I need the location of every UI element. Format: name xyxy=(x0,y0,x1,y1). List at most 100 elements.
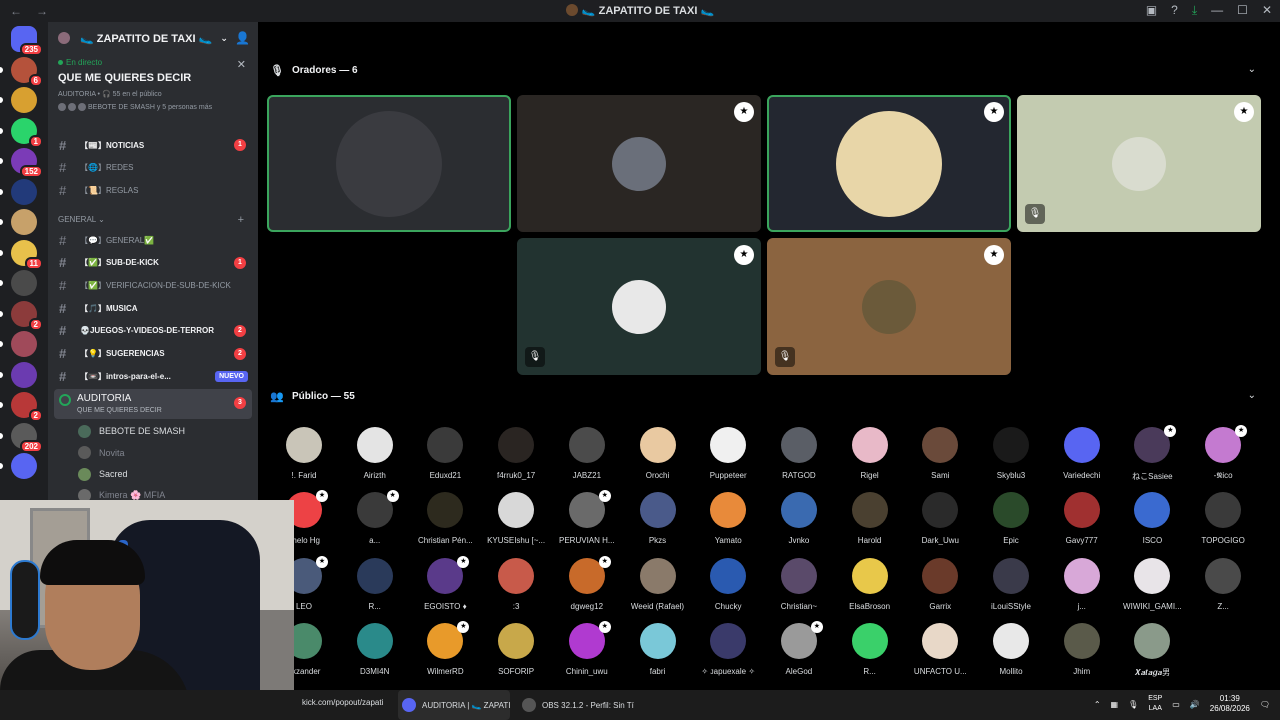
voice-user[interactable]: Kimera 🌸 MFIA xyxy=(78,488,165,500)
audience-member[interactable]: RATGOD xyxy=(765,427,831,489)
stage-channel-auditoria[interactable]: AUDITORIA QUE ME QUIERES DECIR 3 xyxy=(54,389,252,419)
notification-icon[interactable]: 🗨 xyxy=(1260,700,1270,709)
taskbar-app[interactable]: AUDITORIA | 🥿 ZAPATI xyxy=(402,698,511,712)
audience-member[interactable]: R... xyxy=(341,557,407,620)
audience-member[interactable]: Orochi xyxy=(624,427,690,489)
clock[interactable]: 01:39 26/08/2026 xyxy=(1210,694,1250,714)
channel-item[interactable]: # 【💬】GENERAL✅ xyxy=(56,230,252,250)
audience-member[interactable]: Sami xyxy=(906,427,972,489)
server-7[interactable]: 11 xyxy=(11,239,43,270)
audience-member[interactable]: Epic xyxy=(977,492,1043,554)
audience-member[interactable]: TOPOGIGO xyxy=(1189,492,1255,554)
audience-member[interactable]: ★ Chinin_uwu xyxy=(553,620,619,685)
close-window-button[interactable]: ✕ xyxy=(1262,3,1272,18)
minimize-button[interactable]: — xyxy=(1211,3,1223,18)
audience-member[interactable]: Eduxd21 xyxy=(411,427,477,489)
language-indicator[interactable]: ESP LAA xyxy=(1148,694,1162,714)
audience-member[interactable]: Rigel xyxy=(836,427,902,489)
server-6[interactable] xyxy=(11,209,37,235)
server-1[interactable]: 6 xyxy=(11,56,43,87)
inbox-icon[interactable]: ▣ xyxy=(1146,3,1157,18)
channel-item[interactable]: # 【💡】SUGERENCIAS 2 xyxy=(56,344,252,364)
help-icon[interactable]: ? xyxy=(1171,3,1178,18)
audience-member[interactable]: JABZ21 xyxy=(553,427,619,489)
audience-member[interactable]: Garrix xyxy=(906,557,972,620)
audience-member[interactable]: fabri xyxy=(624,622,690,685)
live-stage-card[interactable]: En directo QUE ME QUIERES DECIR AUDITORI… xyxy=(48,54,258,124)
channel-item[interactable]: # 【📰】NOTICIAS 1 xyxy=(56,135,252,155)
channel-item[interactable]: # 【🌐】REDES xyxy=(56,158,252,178)
audience-member[interactable]: ElsaBroson xyxy=(836,557,902,620)
audience-member[interactable]: :3 xyxy=(482,557,548,620)
audience-member[interactable]: Gavy777 xyxy=(1048,492,1114,554)
taskbar-app[interactable]: kick.com/popout/zapati xyxy=(302,698,383,707)
audience-member[interactable]: f4rruk0_17 xyxy=(482,427,548,489)
audience-member[interactable]: !. Farid xyxy=(270,427,336,489)
channel-item[interactable]: # 💀JUEGOS-Y-VIDEOS-DE-TERROR 2 xyxy=(56,321,252,341)
voice-user[interactable]: Novita xyxy=(78,445,125,461)
voice-user[interactable]: BEBOTE DE SMASH xyxy=(78,423,185,439)
audience-member[interactable]: ★ -𝕹ico xyxy=(1189,425,1255,489)
server-11[interactable] xyxy=(11,361,37,388)
channel-item[interactable]: # 【📼】intros-para-el-e... NUEVO xyxy=(56,366,252,386)
audience-member[interactable]: SOFORIP xyxy=(482,622,548,685)
maximize-button[interactable]: ☐ xyxy=(1237,3,1248,18)
server-header[interactable]: 🥿 ZAPATITO DE TAXI 🥿 ⌄ 👤 xyxy=(48,22,258,54)
speaker-tile[interactable] xyxy=(267,95,511,232)
close-icon[interactable]: ✕ xyxy=(237,58,246,71)
audience-member[interactable]: Harold xyxy=(836,492,902,554)
audience-member[interactable]: ★ dgweg12 xyxy=(553,555,619,620)
invite-people-icon[interactable]: 👤 xyxy=(235,31,250,45)
channel-item[interactable]: # 【✅】SUB-DE-KICK 1 xyxy=(56,253,252,273)
server-14[interactable] xyxy=(11,453,37,479)
audience-member[interactable]: ★ ねこSasiee xyxy=(1118,425,1184,489)
taskbar-app[interactable]: OBS 32.1.2 - Perfil: Sin Tí xyxy=(522,698,634,712)
add-channel-icon[interactable]: + xyxy=(238,214,244,226)
audience-member[interactable]: Variedechi xyxy=(1048,427,1114,489)
speaker-tile[interactable]: ★ xyxy=(767,95,1011,232)
server-8[interactable] xyxy=(11,270,37,296)
audience-member[interactable]: Skyblu3 xyxy=(977,427,1043,489)
audience-member[interactable]: Dark_Uwu xyxy=(906,492,972,554)
server-4[interactable]: 152 xyxy=(11,148,43,178)
collapse-audience-icon[interactable]: ⌄ xyxy=(1248,390,1256,401)
audience-member[interactable]: Pkzs xyxy=(624,492,690,554)
audience-member[interactable]: WIWIKI_GAMI... xyxy=(1118,557,1184,620)
audience-member[interactable]: ★ AleGod xyxy=(765,620,831,685)
audience-member[interactable]: Mollito xyxy=(977,622,1043,685)
network-icon[interactable]: ▭ xyxy=(1172,700,1180,709)
audience-member[interactable]: iLouiSStyle xyxy=(977,557,1043,620)
collapse-speakers-icon[interactable]: ⌄ xyxy=(1248,64,1256,75)
chevron-up-icon[interactable]: ⌃ xyxy=(1094,700,1101,709)
audience-member[interactable]: D3MI4N xyxy=(341,622,407,685)
speaker-tile[interactable]: ★ 🎙 xyxy=(767,238,1011,375)
voice-user[interactable]: Sacred xyxy=(78,466,128,482)
server-kick[interactable]: 1 xyxy=(11,117,43,148)
mic-tray-icon[interactable]: 🎙 xyxy=(1128,700,1138,709)
download-icon[interactable]: ⤓ xyxy=(1192,3,1197,18)
audience-member[interactable]: Puppeteer xyxy=(694,427,760,489)
server-10[interactable] xyxy=(11,331,37,357)
audience-member[interactable]: ★ WilmerRD xyxy=(411,620,477,685)
server-2[interactable] xyxy=(11,87,37,113)
channel-item[interactable]: # 【🎵】MUSICA xyxy=(56,298,252,318)
server-9[interactable]: 2 xyxy=(11,300,43,331)
speaker-tile[interactable]: ★ 🎙 xyxy=(1017,95,1261,232)
audience-member[interactable]: ★ PERUVIAN H... xyxy=(553,490,619,554)
audience-member[interactable]: Weeid (Rafael) xyxy=(624,557,690,620)
audience-member[interactable]: Jvnko xyxy=(765,492,831,554)
audience-member[interactable]: R... xyxy=(836,622,902,685)
volume-icon[interactable]: 🔊 xyxy=(1190,700,1200,709)
audience-member[interactable]: UNFACTO U... xyxy=(906,622,972,685)
category-general[interactable]: GENERAL ⌄ xyxy=(58,215,105,224)
audience-member[interactable]: Yamato xyxy=(694,492,760,554)
audience-member[interactable]: Z... xyxy=(1189,557,1255,620)
audience-member[interactable]: j... xyxy=(1048,557,1114,620)
audience-member[interactable]: Christian Pén... xyxy=(411,492,477,554)
audience-member[interactable]: Chucky xyxy=(694,557,760,620)
server-kp[interactable] xyxy=(11,178,37,205)
audience-member[interactable]: ★ a... xyxy=(341,490,407,554)
audience-member[interactable]: ISCO xyxy=(1118,492,1184,554)
server-12[interactable]: 2 xyxy=(11,392,43,422)
audience-member[interactable]: Jhim xyxy=(1048,622,1114,685)
